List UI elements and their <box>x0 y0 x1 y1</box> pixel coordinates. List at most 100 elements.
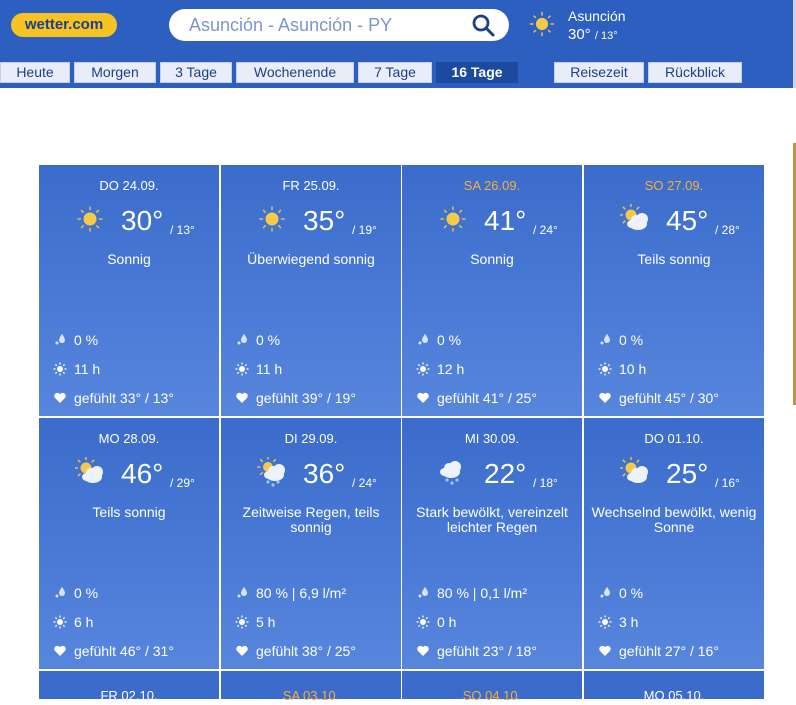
precipitation-row: 0 % <box>598 585 643 601</box>
day-date: SA 03.10. <box>282 688 340 703</box>
temp-min: / 16° <box>715 476 740 490</box>
heart-icon <box>236 645 248 656</box>
day-card[interactable]: SO 27.09. 45° / 28° Teils sonnig 0 % 10 h gefü… <box>584 165 764 416</box>
day-card[interactable]: DO 24.09. 30° / 13° Sonnig 0 % 11 h gefühlt 33… <box>39 165 219 416</box>
felt-temp-row: gefühlt 33° / 13° <box>53 390 174 406</box>
sunshine-value: 3 h <box>619 614 639 630</box>
header-city[interactable]: Asunción <box>568 8 626 24</box>
sunshine-icon <box>235 362 249 376</box>
day-date: SO 04.10. <box>462 688 522 703</box>
temp-max: 45° <box>666 205 709 236</box>
temp-max: 35° <box>303 205 346 236</box>
raindrop-icon <box>237 587 247 598</box>
day-card[interactable]: DO 01.10. 25° / 16° Wechselnd bewölkt, weni… <box>584 418 764 669</box>
raindrop-icon <box>600 587 610 598</box>
heart-icon <box>599 392 611 403</box>
sunshine-icon <box>416 362 430 376</box>
sunshine-row: 11 h <box>235 361 282 377</box>
precipitation-value: 0 % <box>437 332 462 348</box>
temp-min: / 24° <box>352 476 377 490</box>
raindrop-icon <box>418 587 428 598</box>
tab-heute[interactable]: Heute <box>0 62 70 83</box>
tab-16-tage[interactable]: 16 Tage <box>436 62 518 83</box>
day-card[interactable]: FR 25.09. 35° / 19° Überwiegend sonnig 0 % 11… <box>221 165 401 416</box>
temp-min: / 29° <box>170 476 195 490</box>
temp-max: 36° <box>303 458 346 489</box>
sunshine-icon <box>235 615 249 629</box>
sunshine-icon <box>53 362 67 376</box>
sun-cloud-icon <box>620 204 648 230</box>
day-date: MO 28.09. <box>98 431 160 446</box>
sunshine-row: 12 h <box>416 361 464 377</box>
day-date: DI 29.09. <box>284 431 338 446</box>
weather-description: Teils sonnig <box>92 504 166 520</box>
day-card[interactable]: MO 28.09. 46° / 29° Teils sonnig 0 % 6 h gefüh… <box>39 418 219 669</box>
sun-icon <box>440 206 466 232</box>
sun-cloud-icon <box>620 457 648 483</box>
sunshine-value: 10 h <box>619 361 647 377</box>
weather-description: Sonnig <box>107 251 151 267</box>
raindrop-icon <box>55 587 65 598</box>
felt-temp-row: gefühlt 39° / 19° <box>235 390 356 406</box>
sun-icon <box>259 206 285 232</box>
day-date: MI 30.09. <box>464 431 520 446</box>
precipitation-value: 0 % <box>619 585 644 601</box>
weather-description: Stark bewölkt, vereinzelt leichter Regen <box>416 504 568 535</box>
precipitation-value: 0 % <box>619 332 644 348</box>
sunshine-value: 0 h <box>437 614 457 630</box>
felt-temp-value: gefühlt 38° / 25° <box>256 643 356 659</box>
raindrop-icon <box>600 334 610 345</box>
day-date: SO 27.09. <box>644 178 704 193</box>
forecast-grid: DO 24.09. 30° / 13° Sonnig 0 % 11 h gefühlt 33… <box>39 165 765 705</box>
sunshine-value: 12 h <box>437 361 465 377</box>
day-card[interactable]: SA 26.09. 41° / 24° Sonnig 0 % 12 h gefühlt 41… <box>402 165 582 416</box>
search-icon[interactable] <box>471 13 495 37</box>
tab-wochenende[interactable]: Wochenende <box>236 62 354 83</box>
day-card[interactable]: SA 03.10. <box>221 671 401 703</box>
logo[interactable]: wetter.com <box>11 13 117 37</box>
precipitation-row: 0 % <box>53 332 98 348</box>
raindrop-icon <box>418 334 428 345</box>
sunshine-row: 5 h <box>235 614 275 630</box>
tab-reisezeit[interactable]: Reisezeit <box>554 62 644 83</box>
felt-temp-row: gefühlt 41° / 25° <box>416 390 537 406</box>
temp-max: 22° <box>484 458 527 489</box>
search-box[interactable]: Asunción - Asunción - PY <box>169 9 509 41</box>
precipitation-row: 80 % | 6,9 l/m² <box>235 585 346 601</box>
search-input[interactable]: Asunción - Asunción - PY <box>189 15 392 35</box>
raindrop-icon <box>237 334 247 345</box>
day-card[interactable]: SO 04.10. <box>402 671 582 703</box>
sun-icon <box>529 11 555 37</box>
tab-rueckblick[interactable]: Rückblick <box>648 62 742 83</box>
temp-max: 25° <box>666 458 709 489</box>
heart-icon <box>417 392 429 403</box>
precipitation-row: 0 % <box>598 332 643 348</box>
felt-temp-value: gefühlt 27° / 16° <box>619 643 719 659</box>
day-card[interactable]: MO 05.10. <box>584 671 764 703</box>
felt-temp-value: gefühlt 45° / 30° <box>619 390 719 406</box>
sunshine-value: 5 h <box>256 614 276 630</box>
temp-max: 30° <box>121 205 164 236</box>
sunshine-value: 11 h <box>256 361 283 377</box>
day-card[interactable]: DI 29.09. 36° / 24° Zeitweise Regen, teils … <box>221 418 401 669</box>
felt-temp-value: gefühlt 39° / 19° <box>256 390 356 406</box>
temp-max: 41° <box>484 205 527 236</box>
sunshine-row: 3 h <box>598 614 638 630</box>
tab-7-tage[interactable]: 7 Tage <box>358 62 432 83</box>
felt-temp-row: gefühlt 46° / 31° <box>53 643 174 659</box>
day-card[interactable]: FR 02.10. <box>39 671 219 703</box>
sunshine-icon <box>416 615 430 629</box>
felt-temp-value: gefühlt 33° / 13° <box>74 390 174 406</box>
sun-cloud-rain-icon <box>257 457 285 487</box>
day-card[interactable]: MI 30.09. 22° / 18° Stark bewölkt, vereinze… <box>402 418 582 669</box>
sunshine-icon <box>53 615 67 629</box>
header-temp-min: / 13° <box>594 30 618 42</box>
precipitation-value: 0 % <box>74 332 99 348</box>
sunshine-row: 0 h <box>416 614 456 630</box>
precipitation-value: 80 % | 0,1 l/m² <box>437 585 528 601</box>
tab-3-tage[interactable]: 3 Tage <box>160 62 232 83</box>
sunshine-icon <box>598 615 612 629</box>
tab-morgen[interactable]: Morgen <box>74 62 156 83</box>
day-date: FR 25.09. <box>282 178 340 193</box>
temp-min: / 24° <box>533 223 558 237</box>
